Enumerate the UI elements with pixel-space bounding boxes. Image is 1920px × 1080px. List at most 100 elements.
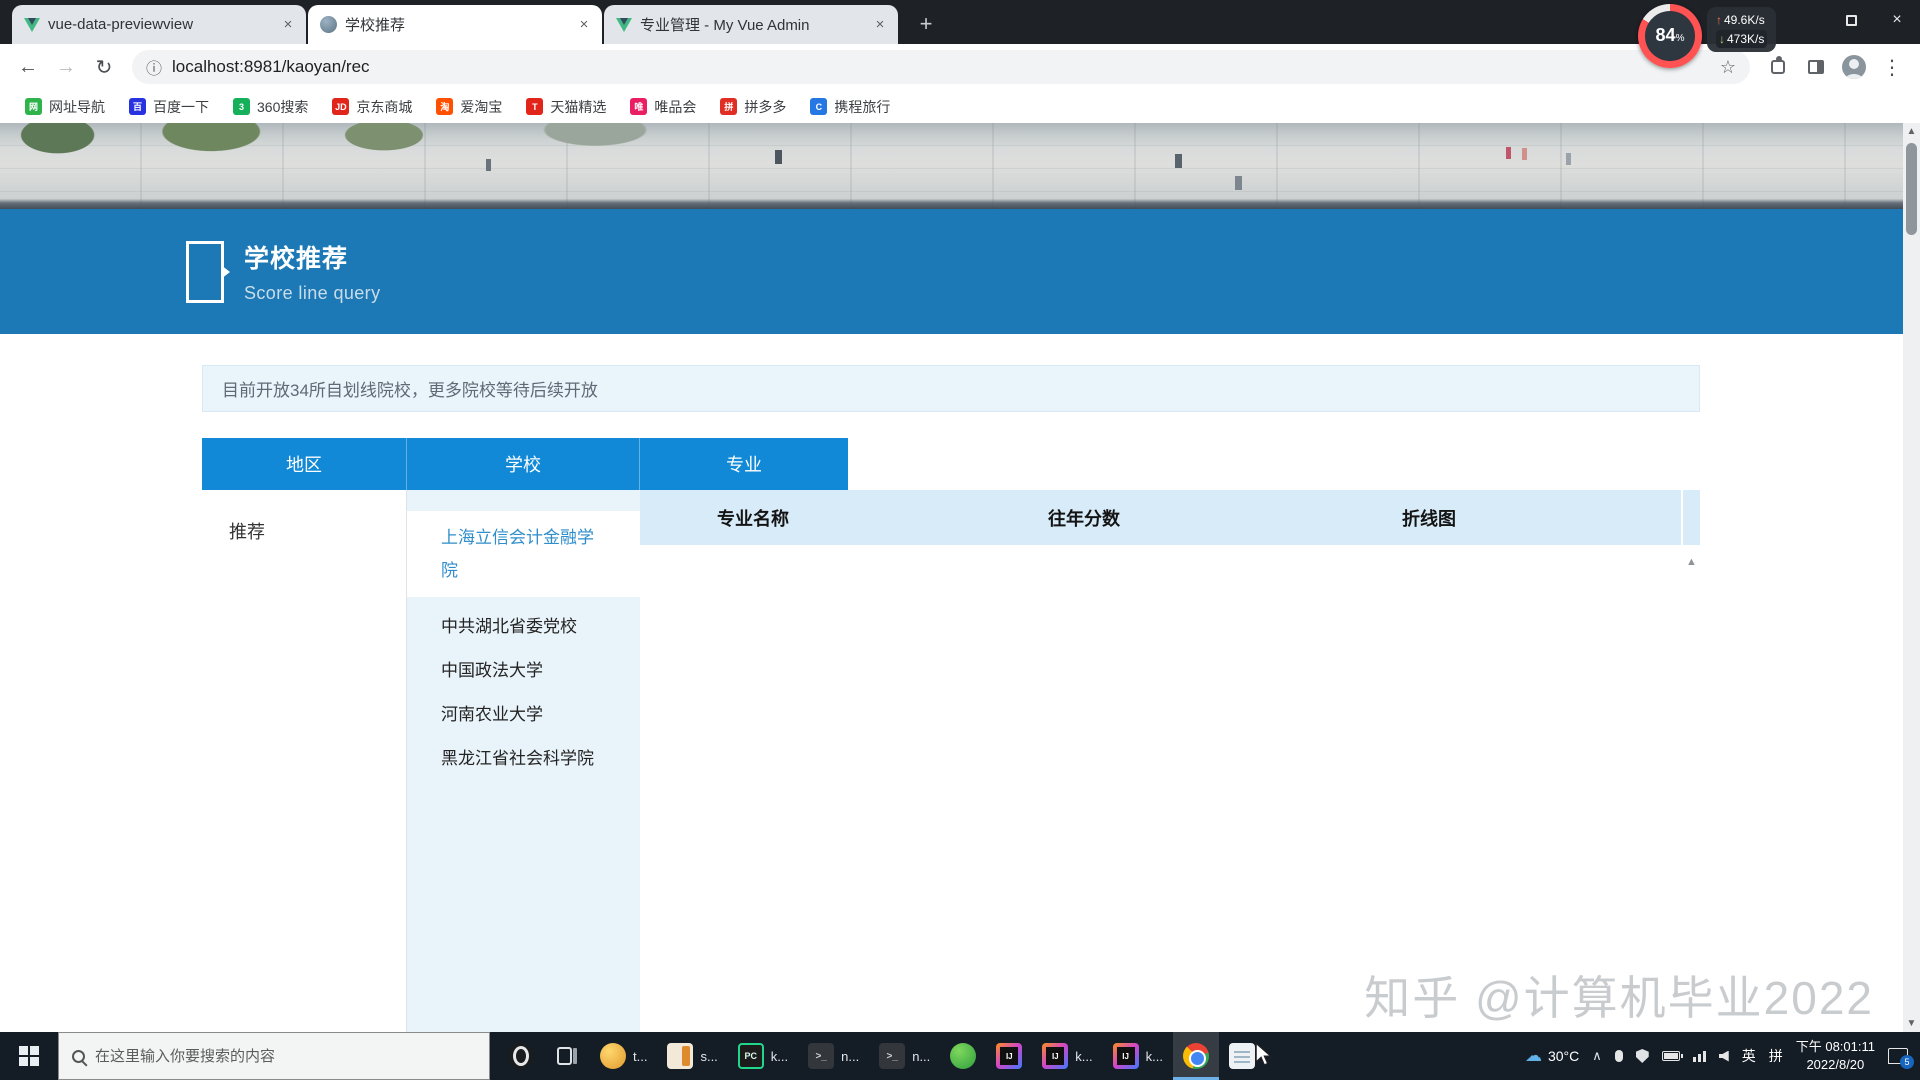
bookmark-label: 拼多多	[744, 97, 786, 117]
scroll-down-icon[interactable]: ▼	[1903, 1015, 1920, 1032]
page-subtitle: Score line query	[244, 283, 380, 304]
taskbar-app-idea-k1[interactable]: k...	[1032, 1032, 1102, 1080]
tab-region[interactable]: 地区	[202, 438, 407, 490]
cloud-icon: ☁	[1525, 1046, 1542, 1066]
school-item[interactable]: 中国政法大学	[407, 649, 640, 693]
tab-major-admin[interactable]: 专业管理 - My Vue Admin ×	[604, 5, 898, 44]
bookmark-item[interactable]: 3 360搜索	[224, 94, 317, 120]
tab-title: 专业管理 - My Vue Admin	[640, 14, 862, 35]
up-arrow-icon: ↑	[1716, 13, 1722, 27]
taskbar-app-idea[interactable]	[986, 1032, 1032, 1080]
bookmarks-bar: 网 网址导航 百 百度一下 3 360搜索 JD 京东商城 淘 爱淘宝 T 天猫…	[0, 90, 1920, 123]
opera-icon	[508, 1043, 534, 1069]
address-bar[interactable]: ⓘ ☆	[132, 50, 1750, 84]
scrollbar-thumb[interactable]	[1906, 143, 1917, 235]
bookmark-item[interactable]: 拼 拼多多	[711, 94, 795, 120]
bookmark-item[interactable]: 百 百度一下	[120, 94, 218, 120]
tab-vue-data-preview[interactable]: vue-data-previewview ×	[12, 5, 306, 44]
browser-menu-button[interactable]: ⋮	[1874, 49, 1910, 85]
clock[interactable]: 下午 08:01:11 2022/8/20	[1796, 1038, 1875, 1073]
bookmark-label: 百度一下	[153, 97, 209, 117]
taskbar-app-s[interactable]: s...	[657, 1032, 727, 1080]
hidden-icons-button[interactable]: ∧	[1592, 1048, 1602, 1064]
table-body-empty	[640, 545, 1700, 1032]
security-shield-icon[interactable]	[1636, 1049, 1649, 1063]
bookmark-item[interactable]: T 天猫精选	[517, 94, 615, 120]
side-panel-icon	[1808, 60, 1824, 74]
bookmark-item[interactable]: JD 京东商城	[323, 94, 421, 120]
notification-center-button[interactable]: 5	[1888, 1048, 1908, 1064]
side-panel-button[interactable]	[1798, 49, 1834, 85]
tab-school-recommend[interactable]: 学校推荐 ×	[308, 5, 602, 44]
scroll-up-icon[interactable]: ▲	[1903, 123, 1920, 140]
tab-close-icon[interactable]: ×	[278, 15, 298, 35]
notification-badge: 5	[1900, 1055, 1914, 1069]
time: 下午 08:01:11	[1796, 1039, 1875, 1054]
tab-title: 学校推荐	[345, 14, 566, 35]
taskbar-app-t[interactable]: t...	[590, 1032, 657, 1080]
desktop: vue-data-previewview × 学校推荐 × 专业管理 - My …	[0, 0, 1920, 1080]
intellij-icon	[996, 1043, 1022, 1069]
ime-indicator[interactable]: 拼	[1769, 1046, 1783, 1066]
school-item[interactable]: 中共湖北省委党校	[407, 605, 640, 649]
taskbar-app-idea-k2[interactable]: k...	[1103, 1032, 1173, 1080]
table-scroll-up-icon[interactable]: ▲	[1683, 556, 1700, 568]
taskbar-search[interactable]	[58, 1032, 490, 1080]
vue-favicon-icon	[616, 18, 632, 32]
date: 2022/8/20	[1806, 1057, 1864, 1072]
taskbar-app-green[interactable]	[940, 1032, 986, 1080]
tab-major[interactable]: 专业	[640, 438, 848, 490]
page-scrollbar[interactable]: ▲ ▼	[1903, 123, 1920, 1032]
bookmark-item[interactable]: 网 网址导航	[16, 94, 114, 120]
task-view-button[interactable]	[544, 1032, 590, 1080]
column-header-major-name: 专业名称	[640, 490, 866, 545]
taskbar-apps: t... s... k... n... n... k... k...	[498, 1032, 1265, 1080]
bookmark-item[interactable]: 唯 唯品会	[621, 94, 705, 120]
terminal-icon	[808, 1043, 834, 1069]
tab-school[interactable]: 学校	[407, 438, 640, 490]
taskbar-app-chrome[interactable]	[1173, 1032, 1219, 1080]
back-button[interactable]: ←	[10, 49, 46, 85]
start-button[interactable]	[0, 1032, 58, 1080]
reload-button[interactable]: ↻	[86, 49, 122, 85]
weather-widget[interactable]: ☁ 30°C	[1525, 1046, 1579, 1066]
battery-icon[interactable]	[1662, 1051, 1680, 1061]
taskbar-search-input[interactable]	[95, 1048, 476, 1065]
new-tab-button[interactable]: +	[910, 8, 942, 40]
bookmark-item[interactable]: C 携程旅行	[801, 94, 899, 120]
battery-ring-icon[interactable]: 84%	[1638, 4, 1702, 68]
floating-monitor-widget[interactable]: 84% ↑49.6K/s ↓473K/s	[1638, 4, 1776, 68]
volume-icon[interactable]	[1719, 1051, 1729, 1062]
language-indicator[interactable]: 英	[1742, 1046, 1756, 1066]
forward-button[interactable]: →	[48, 49, 84, 85]
school-item[interactable]: 黑龙江省社会科学院	[407, 737, 640, 781]
site-info-icon[interactable]: ⓘ	[146, 55, 162, 79]
school-item[interactable]: 河南农业大学	[407, 693, 640, 737]
temperature: 30°C	[1548, 1048, 1579, 1064]
globe-favicon-icon	[320, 16, 337, 33]
taskbar-app-terminal-1[interactable]: n...	[798, 1032, 869, 1080]
school-list: 上海立信会计金融学院 中共湖北省委党校 中国政法大学 河南农业大学 黑龙江省社会…	[407, 490, 640, 1032]
tab-close-icon[interactable]: ×	[870, 15, 890, 35]
system-tray: ☁ 30°C ∧ 英 拼 下午 08:01:11 2022/8/20 5	[1525, 1032, 1920, 1080]
region-item-recommend[interactable]: 推荐	[229, 518, 406, 544]
profile-button[interactable]	[1836, 49, 1872, 85]
school-item-selected[interactable]: 上海立信会计金融学院	[407, 511, 640, 597]
windows-logo-icon	[19, 1046, 39, 1066]
page-title: 学校推荐	[244, 239, 380, 275]
close-window-button[interactable]: ×	[1874, 0, 1920, 40]
taskbar-app-terminal-2[interactable]: n...	[869, 1032, 940, 1080]
web-page: 学校推荐 Score line query 目前开放34所自划线院校，更多院校等…	[0, 123, 1920, 1032]
bookmark-item[interactable]: 淘 爱淘宝	[427, 94, 511, 120]
tab-close-icon[interactable]: ×	[574, 15, 594, 35]
network-icon[interactable]	[1693, 1051, 1706, 1062]
intellij-icon	[1113, 1043, 1139, 1069]
campus-photo-banner	[0, 123, 1920, 209]
microphone-icon[interactable]	[1615, 1050, 1623, 1062]
taskbar-app-pycharm[interactable]: k...	[728, 1032, 798, 1080]
upload-speed: ↑49.6K/s	[1716, 11, 1767, 30]
url-input[interactable]	[172, 57, 1710, 77]
taskbar-app-opera[interactable]	[498, 1032, 544, 1080]
restore-window-button[interactable]	[1828, 0, 1874, 40]
app-icon	[600, 1043, 626, 1069]
